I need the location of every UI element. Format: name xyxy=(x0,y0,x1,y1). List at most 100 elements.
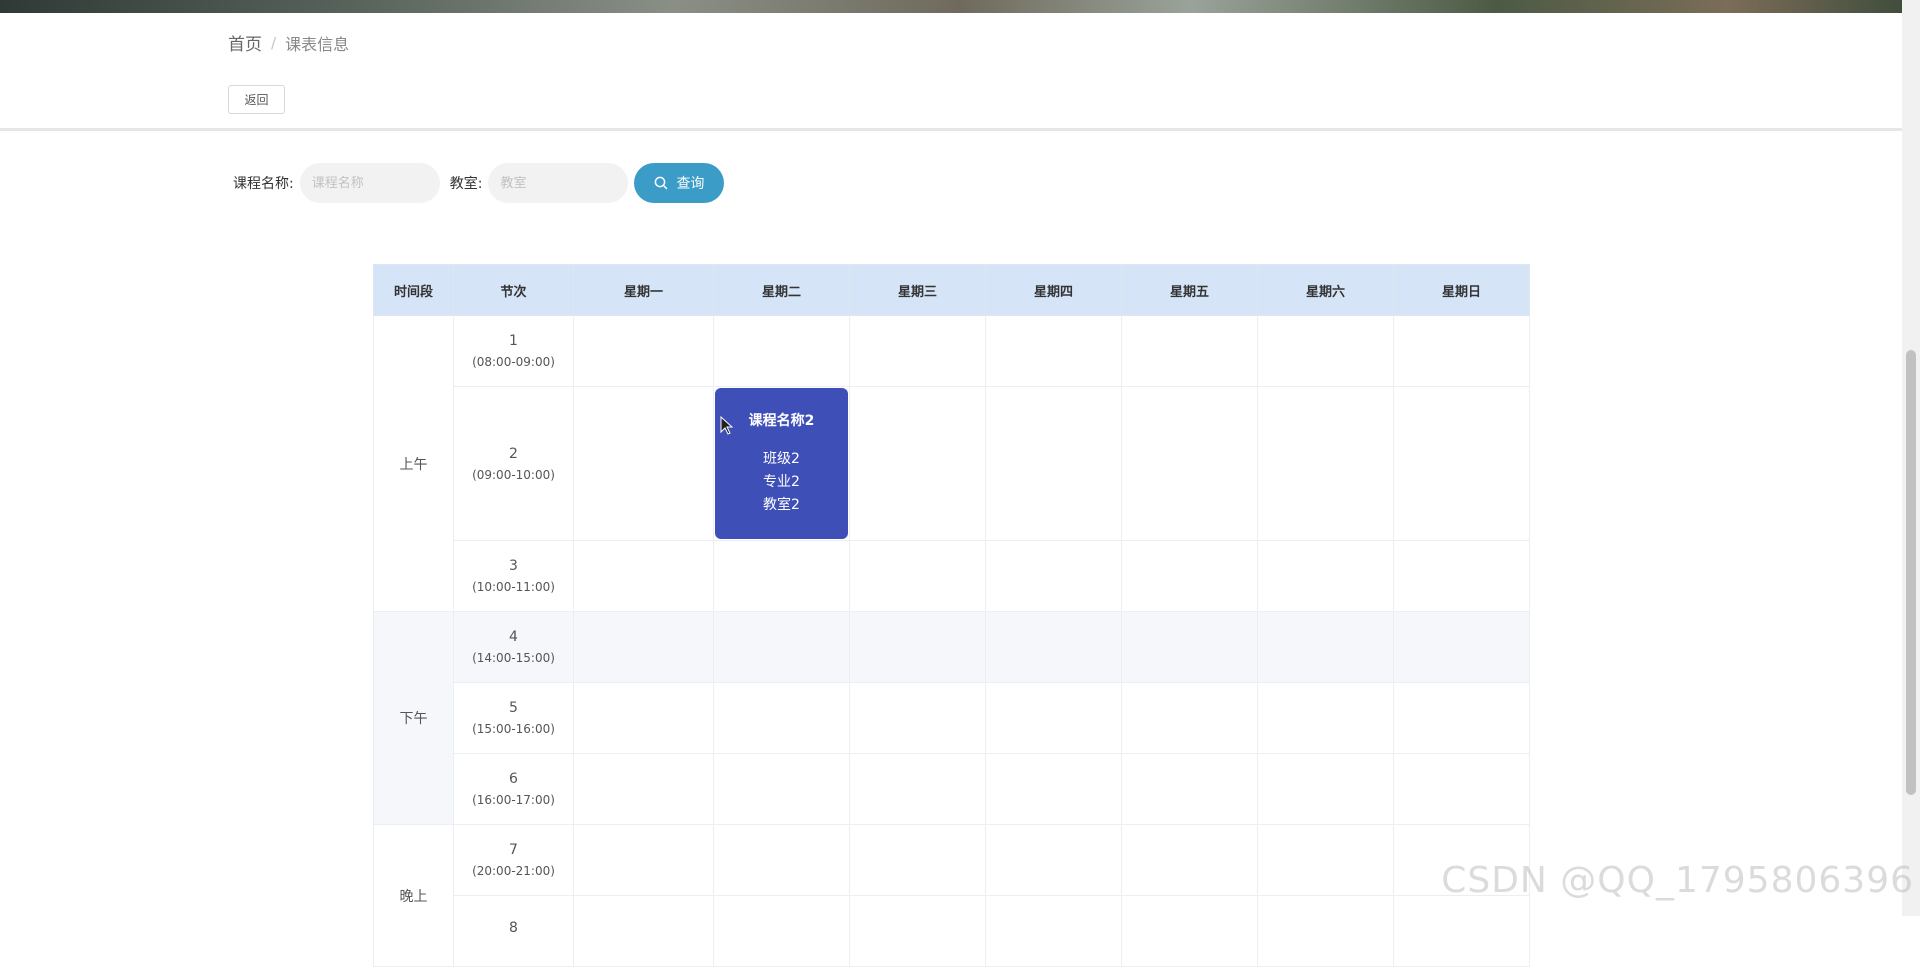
schedule-cell[interactable] xyxy=(1121,386,1258,541)
schedule-cell[interactable] xyxy=(1393,611,1530,683)
schedule-cell[interactable] xyxy=(1121,895,1258,967)
schedule-cell[interactable] xyxy=(1393,753,1530,825)
header-slot: 节次 xyxy=(453,264,574,316)
schedule-cell[interactable] xyxy=(985,611,1122,683)
schedule-cell[interactable] xyxy=(573,753,714,825)
breadcrumb-current: 课表信息 xyxy=(285,34,350,54)
schedule-cell[interactable] xyxy=(849,824,986,896)
course-card[interactable]: 课程名称2 班级2 专业2 教室2 xyxy=(715,388,848,539)
schedule-cell[interactable] xyxy=(1257,386,1394,541)
slot-time: (14:00-15:00) xyxy=(472,651,555,665)
schedule-cell[interactable] xyxy=(1121,682,1258,754)
scrollbar-thumb[interactable] xyxy=(1906,350,1916,795)
slot-cell: 7 (20:00-21:00) xyxy=(453,824,574,896)
classroom-input[interactable] xyxy=(488,163,629,203)
schedule-cell[interactable] xyxy=(1393,540,1530,612)
breadcrumb-home-link[interactable]: 首页 xyxy=(228,30,262,55)
schedule-cell[interactable] xyxy=(713,895,850,967)
schedule-row: 晚上 7 (20:00-21:00) xyxy=(373,824,1530,967)
schedule-cell[interactable] xyxy=(713,315,850,387)
period-afternoon: 下午 xyxy=(373,611,454,825)
header-period: 时间段 xyxy=(373,264,454,316)
schedule-cell[interactable] xyxy=(1257,753,1394,825)
schedule-cell[interactable] xyxy=(1393,386,1530,541)
schedule-cell[interactable] xyxy=(985,895,1122,967)
schedule-cell[interactable] xyxy=(1121,753,1258,825)
period-evening: 晚上 xyxy=(373,824,454,967)
schedule-cell[interactable] xyxy=(985,824,1122,896)
header-saturday: 星期六 xyxy=(1257,264,1394,316)
schedule-cell[interactable] xyxy=(1393,315,1530,387)
header-sunday: 星期日 xyxy=(1393,264,1530,316)
search-form: 课程名称: 教室: 查询 xyxy=(233,163,725,203)
search-icon xyxy=(655,176,668,190)
slot-cell: 4 (14:00-15:00) xyxy=(453,611,574,683)
slot-time: (09:00-10:00) xyxy=(472,467,555,482)
schedule-cell[interactable] xyxy=(713,540,850,612)
schedule-cell[interactable] xyxy=(713,753,850,825)
schedule-cell[interactable] xyxy=(713,611,850,683)
schedule-cell[interactable] xyxy=(1121,540,1258,612)
schedule-cell[interactable] xyxy=(1257,611,1394,683)
schedule-cell[interactable] xyxy=(573,611,714,683)
slot-time: (15:00-16:00) xyxy=(472,722,555,736)
slot-number: 1 xyxy=(509,333,518,349)
schedule-cell[interactable] xyxy=(849,611,986,683)
slot-time: (20:00-21:00) xyxy=(472,864,555,878)
schedule-header-row: 时间段 节次 星期一 星期二 星期三 星期四 星期五 星期六 星期日 xyxy=(373,264,1530,316)
header-wednesday: 星期三 xyxy=(849,264,986,316)
schedule-row: 下午 4 (14:00-15:00) xyxy=(373,611,1530,825)
schedule-cell[interactable] xyxy=(985,540,1122,612)
slot-number: 3 xyxy=(509,558,518,574)
schedule-cell[interactable] xyxy=(713,682,850,754)
schedule-cell[interactable] xyxy=(1257,315,1394,387)
course-name-input[interactable] xyxy=(299,163,440,203)
schedule-cell[interactable] xyxy=(1257,540,1394,612)
vertical-scrollbar[interactable] xyxy=(1902,0,1920,916)
schedule-cell[interactable] xyxy=(573,386,714,541)
schedule-cell[interactable]: 课程名称2 班级2 专业2 教室2 xyxy=(713,386,850,541)
schedule-cell[interactable] xyxy=(1121,611,1258,683)
schedule-cell[interactable] xyxy=(1257,682,1394,754)
schedule-row: 6 (16:00-17:00) xyxy=(374,753,1530,825)
back-button[interactable]: 返回 xyxy=(228,85,285,114)
schedule-cell[interactable] xyxy=(849,315,986,387)
schedule-cell[interactable] xyxy=(849,895,986,967)
header-tuesday: 星期二 xyxy=(713,264,850,316)
schedule-cell[interactable] xyxy=(1121,824,1258,896)
schedule-cell[interactable] xyxy=(985,315,1122,387)
schedule-row: 2 (09:00-10:00) 课程名称2 班级2 专业2 教室2 xyxy=(374,386,1530,541)
period-morning: 上午 xyxy=(373,315,454,612)
slot-number: 8 xyxy=(509,920,518,936)
schedule-cell[interactable] xyxy=(573,540,714,612)
schedule-cell[interactable] xyxy=(849,682,986,754)
header-thursday: 星期四 xyxy=(985,264,1122,316)
breadcrumb-separator: / xyxy=(271,33,277,52)
schedule-cell[interactable] xyxy=(849,540,986,612)
schedule-cell[interactable] xyxy=(573,315,714,387)
schedule-cell[interactable] xyxy=(985,753,1122,825)
query-button[interactable]: 查询 xyxy=(634,163,725,203)
schedule-cell[interactable] xyxy=(1393,682,1530,754)
slot-number: 7 xyxy=(509,842,518,858)
schedule-cell[interactable] xyxy=(713,824,850,896)
slot-time: (08:00-09:00) xyxy=(472,355,555,369)
slot-cell: 6 (16:00-17:00) xyxy=(453,753,574,825)
slot-time: (16:00-17:00) xyxy=(472,793,555,807)
schedule-cell[interactable] xyxy=(849,753,986,825)
breadcrumb: 首页 / 课表信息 xyxy=(228,30,350,56)
schedule-cell[interactable] xyxy=(1121,315,1258,387)
schedule-cell[interactable] xyxy=(1393,895,1530,967)
query-button-label: 查询 xyxy=(676,176,705,192)
schedule-cell[interactable] xyxy=(1257,895,1394,967)
schedule-cell[interactable] xyxy=(985,682,1122,754)
schedule-cell[interactable] xyxy=(573,895,714,967)
schedule-cell[interactable] xyxy=(985,386,1122,541)
schedule-cell[interactable] xyxy=(849,386,986,541)
slot-number: 6 xyxy=(509,771,518,787)
schedule-cell[interactable] xyxy=(573,824,714,896)
slot-cell: 2 (09:00-10:00) xyxy=(453,386,574,541)
slot-number: 5 xyxy=(509,700,518,716)
schedule-cell[interactable] xyxy=(1257,824,1394,896)
schedule-cell[interactable] xyxy=(573,682,714,754)
